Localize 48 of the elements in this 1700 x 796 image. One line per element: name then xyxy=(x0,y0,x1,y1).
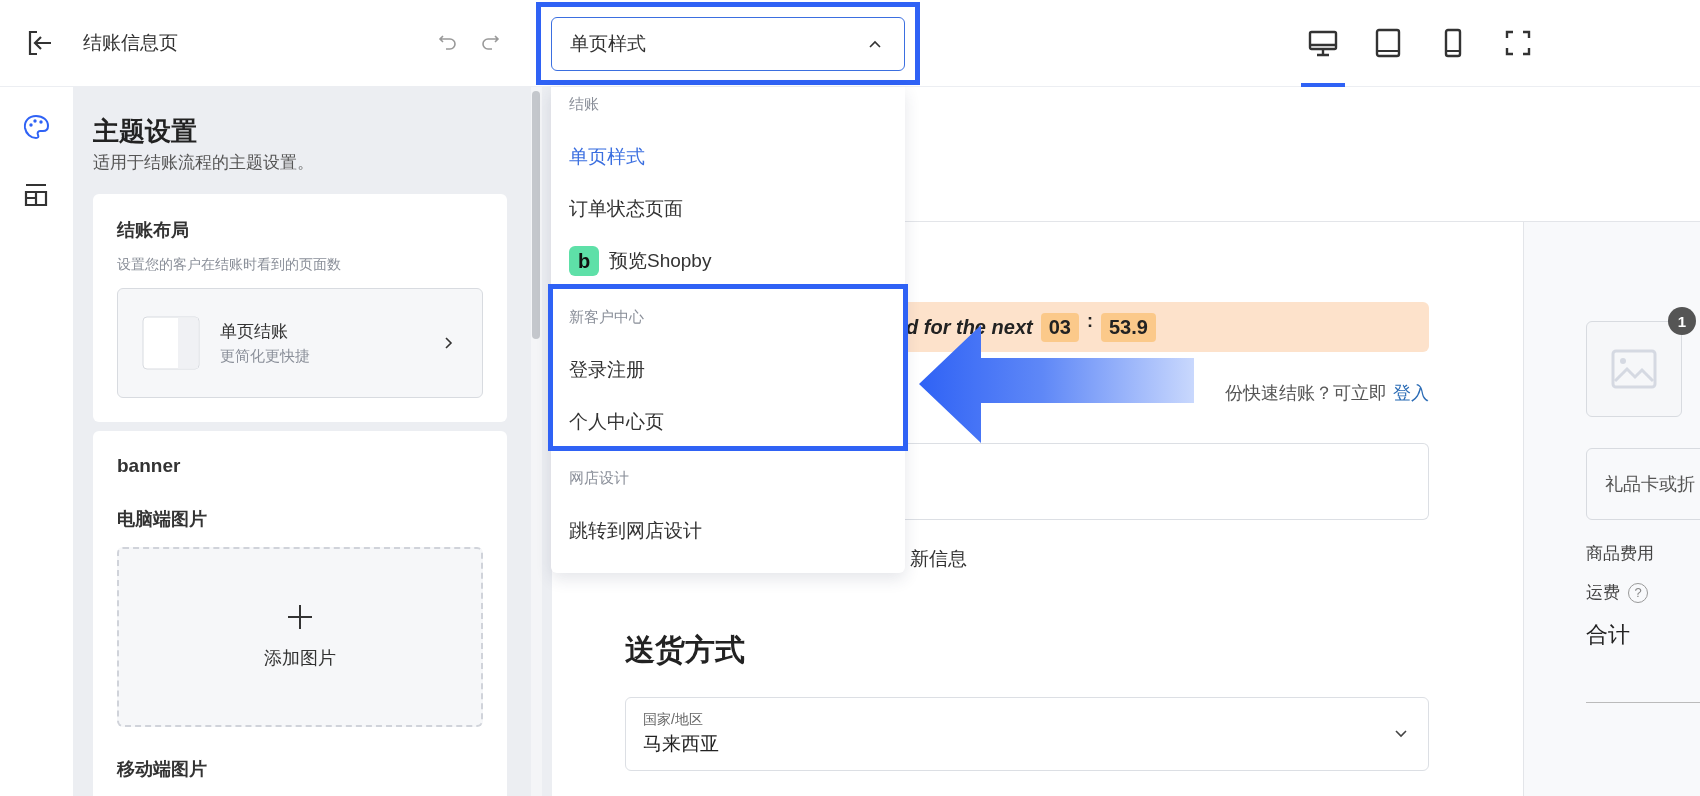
menu-group-heading: 结账 xyxy=(568,94,600,114)
seconds-badge: 53.9 xyxy=(1100,312,1156,342)
undo-icon[interactable] xyxy=(438,33,458,53)
quantity-badge: 1 xyxy=(1668,307,1696,335)
menu-item[interactable]: b 预览Shopby xyxy=(551,235,905,287)
panel-title: 主题设置 xyxy=(93,115,198,148)
app-logo-icon: b xyxy=(569,246,599,276)
menu-group-heading: 网店设计 xyxy=(568,468,630,488)
menu-item[interactable]: 跳转到网店设计 xyxy=(551,505,905,557)
country-select[interactable]: 国家/地区 马来西亚 xyxy=(625,697,1429,771)
section-heading: 送货方式 xyxy=(624,632,746,668)
fullscreen-icon xyxy=(1503,28,1533,58)
chevron-right-icon xyxy=(444,336,454,350)
card-title: banner xyxy=(117,455,182,477)
minutes-badge: 03 xyxy=(1040,312,1079,342)
total-label: 合计 xyxy=(1586,621,1631,649)
exit-icon[interactable] xyxy=(27,30,53,56)
scrollbar-thumb[interactable] xyxy=(532,91,540,339)
menu-item[interactable]: 单页样式 xyxy=(551,131,905,183)
field-label: 移动端图片 xyxy=(117,758,208,781)
update-label: 新信息 xyxy=(909,547,968,571)
tablet-icon xyxy=(1373,28,1403,58)
field-label: 电脑端图片 xyxy=(117,508,208,531)
redo-icon[interactable] xyxy=(480,33,500,53)
option-subtitle: 更简化更快捷 xyxy=(220,347,311,366)
shipping-label: 运费 xyxy=(1586,582,1620,604)
image-upload-area[interactable]: 添加图片 xyxy=(117,547,483,727)
menu-group-heading: 新客户中心 xyxy=(568,307,645,327)
card-description: 设置您的客户在结账时看到的页面数 xyxy=(117,256,342,274)
plus-icon xyxy=(287,604,313,630)
login-link[interactable]: 登入 xyxy=(1393,381,1429,405)
monitor-icon xyxy=(1308,28,1338,58)
subtotal-label: 商品费用 xyxy=(1586,543,1655,565)
layout-thumbnail-icon xyxy=(142,316,200,370)
menu-item[interactable]: 登录注册 xyxy=(551,344,905,396)
page-select[interactable]: 单页样式 xyxy=(551,16,905,71)
menu-item[interactable]: 订单状态页面 xyxy=(551,183,905,235)
option-title: 单页结账 xyxy=(220,321,289,343)
gift-card-field[interactable]: 礼品卡或折 xyxy=(1586,448,1700,520)
panel-subtitle: 适用于结账流程的主题设置。 xyxy=(93,152,315,174)
image-placeholder-icon xyxy=(1611,349,1657,389)
layout-option[interactable]: 单页结账 更简化更快捷 xyxy=(117,288,483,398)
menu-item[interactable]: 个人中心页 xyxy=(551,396,905,448)
card-title: 结账布局 xyxy=(117,219,190,242)
chevron-down-icon xyxy=(1394,729,1408,739)
time-separator: : xyxy=(1086,310,1093,332)
page-title: 结账信息页 xyxy=(83,31,178,55)
login-prompt: 份快速结账？可立即 xyxy=(1225,382,1387,405)
